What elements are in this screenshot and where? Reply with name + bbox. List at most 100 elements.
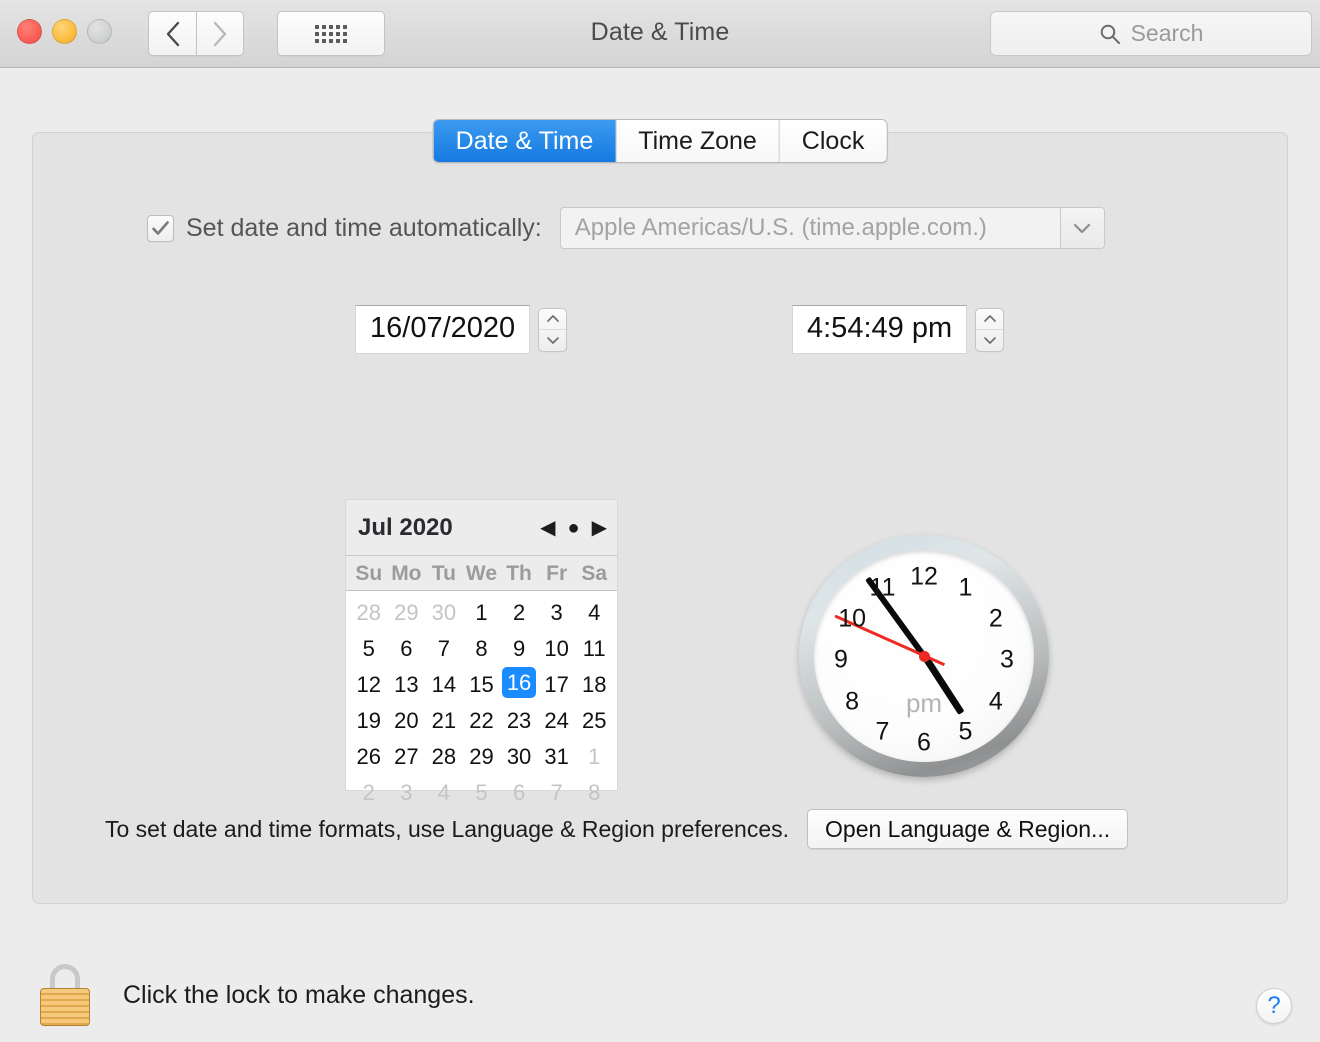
search-input[interactable]: Search	[1131, 20, 1204, 47]
calendar-day[interactable]: 30	[425, 595, 463, 631]
time-field-group: 4:54:49 pm	[792, 305, 1004, 354]
calendar-day[interactable]: 28	[350, 595, 388, 631]
time-input[interactable]: 4:54:49 pm	[792, 305, 967, 354]
clock-numeral-3: 3	[1000, 646, 1014, 675]
lock-closed-icon[interactable]	[38, 964, 92, 1026]
preferences-pane: Date & Time Time Zone Clock Set date and…	[32, 132, 1288, 904]
time-server-dropdown-arrow[interactable]	[1060, 207, 1105, 249]
calendar-day[interactable]: 15	[463, 667, 501, 703]
calendar-day[interactable]: 7	[538, 775, 576, 811]
calendar-day[interactable]: 29	[463, 739, 501, 775]
calendar-day[interactable]: 24	[538, 703, 576, 739]
calendar-day[interactable]: 11	[575, 631, 613, 667]
calendar-day[interactable]: 1	[575, 739, 613, 775]
search-field[interactable]: Search	[990, 11, 1312, 56]
calendar-day[interactable]: 28	[425, 739, 463, 775]
clock-numeral-2: 2	[989, 604, 1003, 633]
clock-ampm-label: pm	[906, 688, 942, 719]
calendar-next-button[interactable]: ▶	[592, 518, 607, 538]
calendar-day[interactable]: 13	[388, 667, 426, 703]
calendar-prev-button[interactable]: ◀	[540, 518, 555, 538]
clock-numeral-12: 12	[910, 563, 938, 592]
calendar-day[interactable]: 3	[388, 775, 426, 811]
calendar-day[interactable]: 3	[538, 595, 576, 631]
clock-numeral-4: 4	[989, 687, 1003, 716]
date-stepper-down[interactable]	[539, 330, 566, 351]
calendar-day[interactable]: 25	[575, 703, 613, 739]
calendar-day[interactable]: 4	[425, 775, 463, 811]
calendar-weekday-fr: Fr	[538, 562, 576, 586]
tab-date-and-time[interactable]: Date & Time	[434, 120, 617, 162]
checkmark-icon	[151, 219, 170, 238]
calendar-day[interactable]: 8	[463, 631, 501, 667]
help-button[interactable]: ?	[1256, 988, 1292, 1024]
chevron-down-icon	[1072, 222, 1092, 235]
clock-numeral-7: 7	[876, 717, 890, 746]
calendar-day[interactable]: 10	[538, 631, 576, 667]
calendar-widget[interactable]: Jul 2020 ◀ ● ▶ SuMoTuWeThFrSa 2829301234…	[345, 499, 618, 791]
calendar-weekday-th: Th	[500, 562, 538, 586]
time-server-value[interactable]: Apple Americas/U.S. (time.apple.com.)	[560, 207, 1060, 249]
calendar-day[interactable]: 6	[500, 775, 538, 811]
calendar-navigation: ◀ ● ▶	[540, 518, 607, 538]
time-server-dropdown[interactable]: Apple Americas/U.S. (time.apple.com.)	[560, 207, 1105, 249]
calendar-day-selected[interactable]: 16	[502, 667, 536, 698]
calendar-day[interactable]: 5	[350, 631, 388, 667]
format-note-text: To set date and time formats, use Langua…	[105, 816, 789, 843]
clock-numeral-10: 10	[838, 604, 866, 633]
calendar-weekday-sa: Sa	[575, 562, 613, 586]
calendar-day[interactable]: 17	[538, 667, 576, 703]
calendar-day[interactable]: 2	[350, 775, 388, 811]
calendar-day[interactable]: 29	[388, 595, 426, 631]
calendar-day[interactable]: 21	[425, 703, 463, 739]
set-automatically-checkbox[interactable]	[147, 215, 174, 242]
analog-clock: pm 121234567891011	[799, 535, 1049, 777]
tab-time-zone[interactable]: Time Zone	[616, 120, 780, 162]
date-stepper[interactable]	[538, 308, 567, 352]
clock-numeral-6: 6	[917, 729, 931, 758]
calendar-day[interactable]: 8	[575, 775, 613, 811]
calendar-day[interactable]: 18	[575, 667, 613, 703]
calendar-day[interactable]: 12	[350, 667, 388, 703]
calendar-day[interactable]: 1	[463, 595, 501, 631]
window-toolbar: Date & Time Search	[0, 0, 1320, 68]
tab-clock[interactable]: Clock	[780, 120, 887, 162]
open-language-region-button[interactable]: Open Language & Region...	[807, 809, 1128, 849]
calendar-day[interactable]: 20	[388, 703, 426, 739]
chevron-down-icon	[546, 336, 560, 345]
calendar-day[interactable]: 27	[388, 739, 426, 775]
calendar-day[interactable]: 5	[463, 775, 501, 811]
calendar-day[interactable]: 30	[500, 739, 538, 775]
calendar-day[interactable]: 2	[500, 595, 538, 631]
calendar-day[interactable]: 14	[425, 667, 463, 703]
chevron-up-icon	[546, 314, 560, 323]
date-field-group: 16/07/2020	[355, 305, 567, 354]
time-stepper[interactable]	[975, 308, 1004, 352]
time-stepper-down[interactable]	[976, 330, 1003, 351]
calendar-weekday-su: Su	[350, 562, 388, 586]
date-input[interactable]: 16/07/2020	[355, 305, 530, 354]
calendar-today-button[interactable]: ●	[568, 518, 580, 538]
time-stepper-up[interactable]	[976, 309, 1003, 331]
calendar-month-label: Jul 2020	[358, 514, 453, 542]
clock-numeral-8: 8	[845, 687, 859, 716]
calendar-day[interactable]: 19	[350, 703, 388, 739]
lock-body	[40, 988, 90, 1026]
clock-face: pm 121234567891011	[814, 550, 1034, 762]
format-note-row: To set date and time formats, use Langua…	[105, 809, 1128, 849]
calendar-day[interactable]: 7	[425, 631, 463, 667]
calendar-day[interactable]: 9	[500, 631, 538, 667]
calendar-day[interactable]: 22	[463, 703, 501, 739]
calendar-day[interactable]: 26	[350, 739, 388, 775]
calendar-day[interactable]: 23	[500, 703, 538, 739]
chevron-up-icon	[983, 314, 997, 323]
calendar-day[interactable]: 6	[388, 631, 426, 667]
calendar-weekday-tu: Tu	[425, 562, 463, 586]
tab-bar: Date & Time Time Zone Clock	[433, 119, 888, 163]
calendar-weekday-header: SuMoTuWeThFrSa	[346, 556, 617, 591]
calendar-day[interactable]: 4	[575, 595, 613, 631]
calendar-day[interactable]: 31	[538, 739, 576, 775]
date-stepper-up[interactable]	[539, 309, 566, 331]
clock-numeral-5: 5	[959, 717, 973, 746]
clock-numeral-9: 9	[834, 646, 848, 675]
